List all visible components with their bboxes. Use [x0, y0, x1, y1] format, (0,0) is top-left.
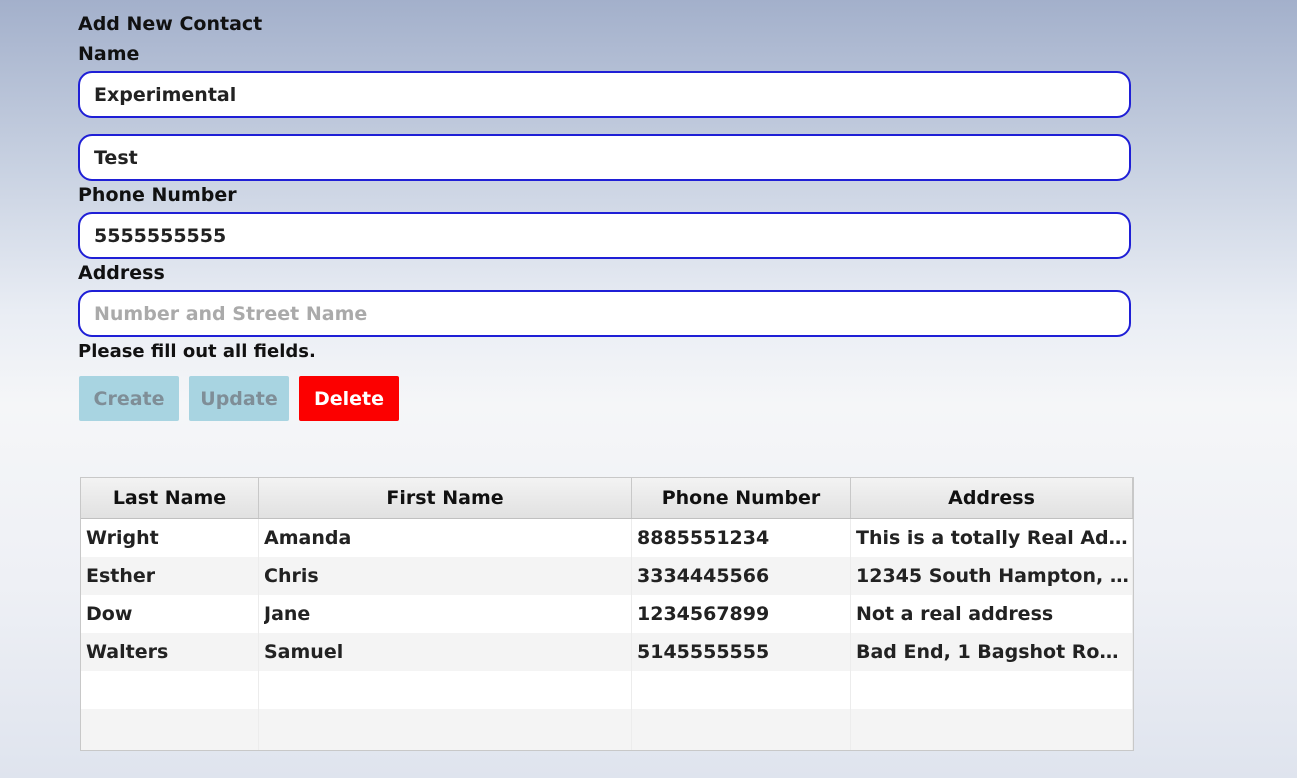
column-header-phone-number[interactable]: Phone Number [632, 478, 851, 518]
table-row[interactable]: Walters Samuel 5145555555 Bad End, 1 Bag… [81, 633, 1133, 671]
column-header-first-name[interactable]: First Name [259, 478, 632, 518]
address-input[interactable] [78, 290, 1131, 337]
validation-message: Please fill out all fields. [78, 341, 316, 362]
empty-cell [851, 671, 1133, 709]
delete-button[interactable]: Delete [299, 376, 399, 421]
cell-first-name: Samuel [259, 633, 632, 671]
cell-first-name: Chris [259, 557, 632, 595]
cell-last-name: Dow [81, 595, 259, 633]
first-name-input[interactable] [78, 71, 1131, 118]
cell-first-name: Jane [259, 595, 632, 633]
table-header: Last Name First Name Phone Number Addres… [81, 478, 1133, 519]
address-label: Address [78, 262, 165, 284]
cell-address: Not a real address [851, 595, 1133, 633]
contacts-table: Last Name First Name Phone Number Addres… [80, 477, 1134, 751]
table-row-empty [81, 709, 1133, 750]
cell-address: This is a totally Real Addre... [851, 519, 1133, 557]
cell-phone: 5145555555 [632, 633, 851, 671]
name-label: Name [78, 43, 140, 65]
table-row[interactable]: Esther Chris 3334445566 12345 South Hamp… [81, 557, 1133, 595]
empty-cell [259, 709, 632, 750]
phone-input[interactable] [78, 212, 1131, 259]
cell-phone: 3334445566 [632, 557, 851, 595]
column-header-last-name[interactable]: Last Name [81, 478, 259, 518]
table-row[interactable]: Wright Amanda 8885551234 This is a total… [81, 519, 1133, 557]
column-header-address[interactable]: Address [851, 478, 1133, 518]
empty-cell [81, 709, 259, 750]
cell-address: 12345 South Hampton, Th... [851, 557, 1133, 595]
last-name-input[interactable] [78, 134, 1131, 181]
table-row[interactable]: Dow Jane 1234567899 Not a real address [81, 595, 1133, 633]
empty-cell [851, 709, 1133, 750]
form-heading: Add New Contact [78, 13, 263, 35]
empty-cell [632, 671, 851, 709]
cell-last-name: Esther [81, 557, 259, 595]
create-button[interactable]: Create [79, 376, 179, 421]
empty-cell [632, 709, 851, 750]
cell-address: Bad End, 1 Bagshot Row, H... [851, 633, 1133, 671]
update-button[interactable]: Update [189, 376, 289, 421]
cell-first-name: Amanda [259, 519, 632, 557]
cell-phone: 8885551234 [632, 519, 851, 557]
cell-last-name: Wright [81, 519, 259, 557]
empty-cell [259, 671, 632, 709]
cell-phone: 1234567899 [632, 595, 851, 633]
cell-last-name: Walters [81, 633, 259, 671]
table-row-empty [81, 671, 1133, 709]
empty-cell [81, 671, 259, 709]
phone-label: Phone Number [78, 184, 237, 206]
